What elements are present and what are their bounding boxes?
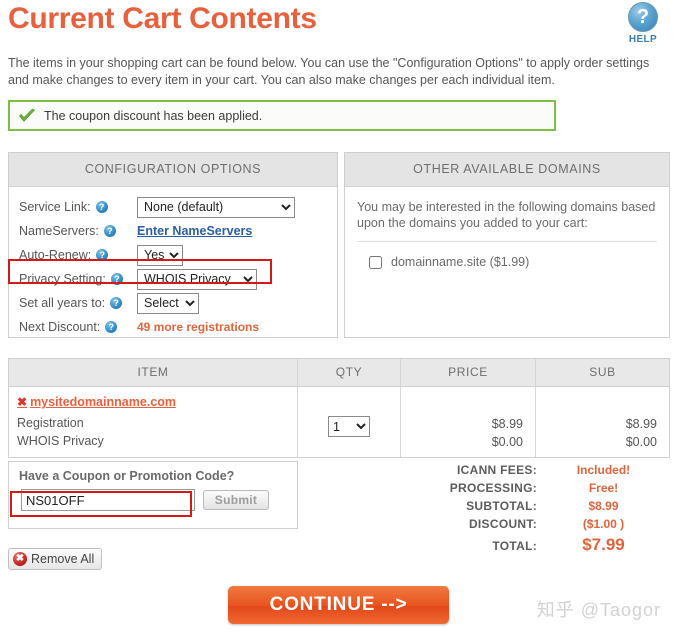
privacy-setting-label: Privacy Setting: ? (19, 272, 137, 286)
total-label: PROCESSING: (449, 481, 537, 495)
cart-price-cell: $8.99 $0.00 (401, 387, 536, 457)
service-link-label-text: Service Link: (19, 200, 91, 214)
set-all-years-label-text: Set all years to: (19, 296, 106, 310)
total-row-subtotal: SUBTOTAL: $8.99 (380, 499, 670, 517)
continue-button[interactable]: CONTINUE --> (228, 586, 449, 624)
auto-renew-label-text: Auto-Renew: (19, 248, 92, 262)
config-row-auto-renew: Auto-Renew: ? Yes (19, 243, 327, 267)
config-panel-title: CONFIGURATION OPTIONS (9, 153, 337, 187)
cart-line-registration-label: Registration (17, 416, 84, 430)
domains-intro-text: You may be interested in the following d… (357, 200, 656, 230)
service-link-label: Service Link: ? (19, 200, 137, 214)
nameservers-label-text: NameServers: (19, 224, 99, 238)
remove-circle-icon: ✖ (13, 552, 27, 566)
column-header-sub: SUB (589, 365, 616, 379)
total-row-discount: DISCOUNT: ($1.00 ) (380, 517, 670, 535)
config-row-next-discount: Next Discount: ? 49 more registrations (19, 315, 327, 339)
total-value: Free! (588, 481, 619, 495)
column-header-price: PRICE (401, 359, 536, 386)
coupon-submit-button[interactable]: Submit (203, 490, 269, 510)
total-row-final: TOTAL: $7.99 (380, 535, 670, 559)
total-value: $8.99 (588, 499, 619, 513)
auto-renew-label: Auto-Renew: ? (19, 248, 137, 262)
coupon-title: Have a Coupon or Promotion Code? (19, 469, 235, 483)
column-header-qty: QTY (298, 359, 401, 386)
total-final-value: $7.99 (582, 535, 625, 554)
total-row-processing: PROCESSING: Free! (380, 481, 670, 499)
question-mark-icon[interactable]: ? (95, 201, 108, 213)
question-mark-icon[interactable]: ? (110, 273, 123, 285)
coupon-row: Submit (9, 483, 297, 511)
page-title: Current Cart Contents (8, 2, 317, 35)
config-row-privacy-setting: Privacy Setting: ? WHOIS Privacy (19, 267, 327, 291)
coupon-applied-alert: The coupon discount has been applied. (8, 100, 556, 131)
coupon-code-input[interactable] (21, 489, 195, 511)
cart-line-privacy-label: WHOIS Privacy (17, 434, 104, 448)
order-totals: ICANN FEES: Included! PROCESSING: Free! … (380, 463, 670, 559)
next-discount-label-text: Next Discount: (19, 320, 101, 334)
privacy-setting-label-text: Privacy Setting: (19, 272, 106, 286)
service-link-select[interactable]: None (default) (137, 196, 295, 218)
cart-table-header: ITEM QTY PRICE SUB (9, 359, 669, 387)
total-row-icann-fees: ICANN FEES: Included! (380, 463, 670, 481)
total-label: SUBTOTAL: (466, 499, 537, 513)
cart-line-registration-price: $8.99 (491, 417, 523, 431)
domain-suggestion-checkbox[interactable] (369, 255, 382, 269)
question-mark-icon[interactable]: ? (105, 321, 118, 333)
privacy-setting-select[interactable]: WHOIS Privacy (137, 268, 257, 290)
intro-text: The items in your shopping cart can be f… (8, 56, 650, 87)
coupon-box: Have a Coupon or Promotion Code? Submit (8, 461, 298, 529)
total-final-label: TOTAL: (492, 539, 537, 553)
remove-x-icon[interactable]: ✖ (17, 396, 27, 408)
quantity-select[interactable]: 1 (328, 416, 370, 437)
help-button[interactable]: ? HELP (621, 2, 665, 45)
set-all-years-label: Set all years to: ? (19, 296, 137, 310)
nameservers-label: NameServers: ? (19, 224, 137, 238)
domain-suggestion-row[interactable]: domainname.site ($1.99) (369, 255, 659, 269)
cart-sub-cell: $8.99 $0.00 (536, 387, 669, 457)
question-mark-circle-icon[interactable]: ? (628, 2, 658, 32)
table-row: ✖ mysitedomainname.com Registration WHOI… (9, 387, 669, 457)
help-label: HELP (628, 34, 658, 45)
total-value: Included! (576, 463, 631, 477)
divider (357, 241, 657, 242)
auto-renew-select[interactable]: Yes (137, 244, 183, 266)
total-label: ICANN FEES: (457, 463, 537, 477)
cart-item-cell: ✖ mysitedomainname.com Registration WHOI… (9, 387, 298, 457)
question-mark-icon[interactable]: ? (110, 297, 123, 309)
next-discount-value: 49 more registrations (137, 320, 260, 334)
alert-message: The coupon discount has been applied. (44, 108, 263, 123)
cart-table: ITEM QTY PRICE SUB ✖ mysitedomainname.co… (8, 358, 670, 458)
enter-nameservers-link[interactable]: Enter NameServers (137, 224, 252, 238)
cart-item-domain-text: mysitedomainname.com (30, 395, 176, 409)
remove-all-label: Remove All (31, 552, 95, 566)
configuration-options-panel: CONFIGURATION OPTIONS Service Link: ? No… (8, 152, 338, 338)
config-row-service-link: Service Link: ? None (default) (19, 195, 327, 219)
question-mark-icon[interactable]: ? (103, 225, 116, 237)
question-mark-icon[interactable]: ? (96, 249, 109, 261)
config-row-set-all-years: Set all years to: ? Select (19, 291, 327, 315)
cart-item-domain[interactable]: ✖ mysitedomainname.com (17, 395, 297, 409)
domains-panel-title: OTHER AVAILABLE DOMAINS (345, 153, 669, 187)
cart-line-privacy-sub: $0.00 (625, 435, 657, 449)
config-row-nameservers: NameServers: ? Enter NameServers (19, 219, 327, 243)
next-discount-label: Next Discount: ? (19, 320, 137, 334)
other-available-domains-panel: OTHER AVAILABLE DOMAINS You may be inter… (344, 152, 670, 338)
green-check-icon (19, 108, 36, 122)
total-label: DISCOUNT: (468, 517, 537, 531)
domain-suggestion-label: domainname.site ($1.99) (391, 255, 530, 269)
cart-line-privacy-price: $0.00 (491, 435, 523, 449)
remove-all-button[interactable]: ✖ Remove All (8, 548, 103, 570)
set-all-years-select[interactable]: Select (137, 292, 199, 314)
total-value: ($1.00 ) (582, 517, 625, 531)
watermark: 知乎 @Taogor (536, 600, 661, 620)
column-header-item: ITEM (9, 359, 298, 386)
cart-line-registration-sub: $8.99 (625, 417, 657, 431)
cart-qty-cell: 1 (298, 387, 401, 457)
